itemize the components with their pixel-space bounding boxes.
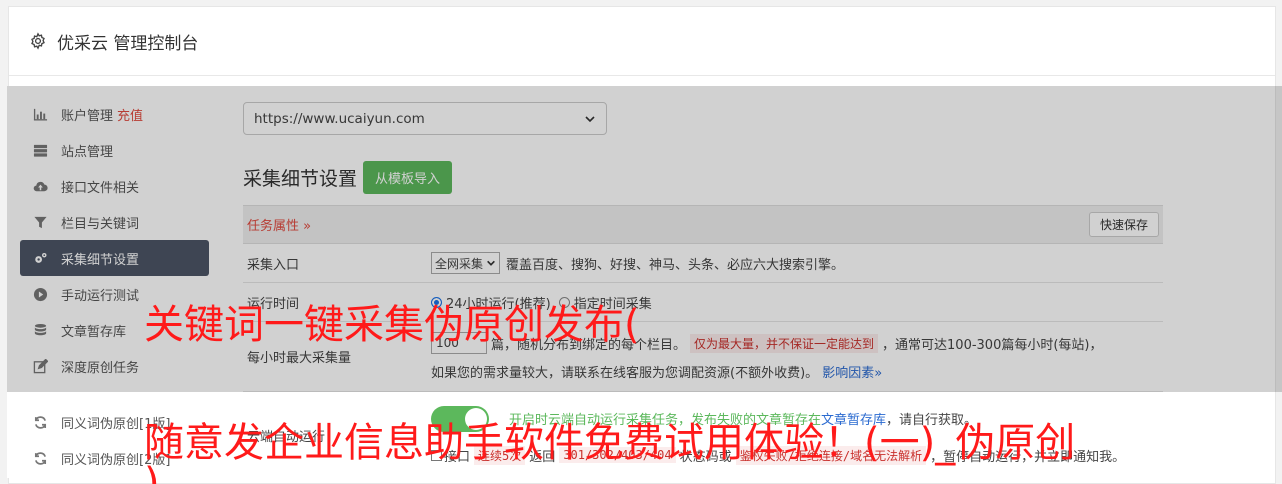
sidebar-item-synonym-v2[interactable]: 同义词伪原创[2版] bbox=[20, 440, 210, 476]
sidebar-item-label: 账户管理 bbox=[61, 108, 114, 124]
gear-icon bbox=[31, 32, 45, 50]
runtime-scheduled-label: 指定时间采集 bbox=[573, 296, 652, 312]
recharge-link[interactable]: 充值 bbox=[117, 105, 143, 124]
sidebar-item-label: 同义词伪原创[2版] bbox=[61, 452, 171, 468]
sidebar: 账户管理 充值 站点管理 接口文件相关 栏目与关键词 采集细节设置 手动运行测试… bbox=[20, 96, 210, 476]
sidebar-item-label: 采集细节设置 bbox=[61, 252, 140, 268]
entry-select[interactable]: 全网采集 bbox=[431, 252, 501, 274]
sidebar-item-collect-settings[interactable]: 采集细节设置 bbox=[20, 240, 209, 276]
chevron-down-icon bbox=[487, 260, 495, 266]
row-label: 云端自动运行 bbox=[247, 429, 326, 445]
row-label: 每小时最大采集量 bbox=[247, 351, 352, 366]
section-title: 采集细节设置 bbox=[243, 168, 358, 190]
import-template-button[interactable]: 从模板导入 bbox=[363, 161, 453, 194]
runtime-scheduled-radio[interactable] bbox=[558, 296, 570, 308]
sidebar-item-article-store[interactable]: 文章暂存库 bbox=[20, 312, 210, 348]
factors-link[interactable]: 影响因素» bbox=[822, 366, 882, 381]
page-title: 优采云 管理控制台 bbox=[57, 33, 199, 54]
sidebar-item-label: 手动运行测试 bbox=[61, 288, 140, 304]
edit-icon bbox=[32, 358, 48, 374]
site-select[interactable]: https://www.ucaiyun.com bbox=[243, 102, 607, 135]
database-icon bbox=[32, 322, 48, 338]
auto-run-toggle[interactable] bbox=[431, 405, 489, 432]
server-icon bbox=[32, 142, 48, 158]
cloud-upload-icon bbox=[32, 178, 48, 194]
row-entry: 采集入口 全网采集 覆盖百度、搜狗、好搜、神马、头条、必应六大搜索引擎。 bbox=[243, 244, 1163, 283]
sidebar-item-label: 同义词伪原创[1版] bbox=[61, 416, 171, 432]
gears-icon bbox=[32, 250, 48, 266]
row-runtime: 运行时间 24小时运行(推荐) 指定时间采集 bbox=[243, 283, 1163, 322]
runtime-24h-radio[interactable] bbox=[431, 296, 442, 308]
entry-description: 覆盖百度、搜狗、好搜、神马、头条、必应六大搜索引擎。 bbox=[506, 257, 845, 273]
sidebar-item-label: 文章暂存库 bbox=[61, 324, 127, 340]
runtime-24h-label: 24小时运行(推荐) bbox=[446, 296, 551, 312]
sidebar-item-label: 接口文件相关 bbox=[61, 180, 140, 196]
site-select-value: https://www.ucaiyun.com bbox=[254, 110, 425, 127]
row-label: 运行时间 bbox=[247, 296, 300, 312]
max-note-badge: 仅为最大量，并不保证一定能达到 bbox=[690, 333, 879, 353]
task-attributes-bar: 任务属性 » 快速保存 bbox=[243, 205, 1163, 244]
row-auto-run: 云端自动运行 开启时云端自动运行采集任务，发布失败的文章暂存在 文章暂存库 ，请… bbox=[243, 392, 1163, 478]
sidebar-item-manual-run[interactable]: 手动运行测试 bbox=[20, 276, 210, 312]
row-label: 采集入口 bbox=[247, 257, 300, 273]
refresh-icon bbox=[32, 450, 48, 466]
max-per-hour-input[interactable]: 100 bbox=[431, 332, 487, 354]
refresh-icon bbox=[32, 414, 48, 430]
sidebar-item-label: 深度原创任务 bbox=[61, 360, 140, 376]
sidebar-item-interface[interactable]: 接口文件相关 bbox=[20, 168, 210, 204]
sidebar-item-label: 栏目与关键词 bbox=[61, 216, 140, 232]
row-max-per-hour: 每小时最大采集量 100 篇，随机分布到绑定的每个栏目。 仅为最大量，并不保证一… bbox=[243, 322, 1163, 392]
content-area: 账户管理 充值 站点管理 接口文件相关 栏目与关键词 采集细节设置 手动运行测试… bbox=[7, 86, 1260, 478]
article-store-link[interactable]: 文章暂存库 bbox=[821, 409, 886, 428]
sidebar-item-deep-original[interactable]: 深度原创任务 bbox=[20, 348, 210, 384]
main-panel: https://www.ucaiyun.com 采集细节设置 从模板导入 任务属… bbox=[243, 102, 1163, 478]
top-bar: 优采云 管理控制台 bbox=[9, 7, 1275, 76]
sidebar-item-label: 站点管理 bbox=[61, 144, 114, 160]
chevron-down-icon bbox=[585, 115, 595, 122]
sidebar-item-synonym-v1[interactable]: 同义词伪原创[1版] bbox=[20, 404, 210, 440]
sidebar-item-account[interactable]: 账户管理 充值 bbox=[20, 96, 210, 132]
pause-on-error-checkbox[interactable] bbox=[431, 449, 442, 461]
filter-icon bbox=[32, 214, 48, 230]
quick-save-button[interactable]: 快速保存 bbox=[1088, 212, 1159, 237]
play-circle-icon bbox=[32, 286, 48, 302]
section-header: 采集细节设置 从模板导入 bbox=[243, 161, 1163, 194]
sidebar-item-sites[interactable]: 站点管理 bbox=[20, 132, 210, 168]
task-attributes-toggle[interactable]: 任务属性 » bbox=[247, 215, 311, 234]
sidebar-item-columns[interactable]: 栏目与关键词 bbox=[20, 204, 210, 240]
bar-chart-icon bbox=[32, 106, 48, 122]
